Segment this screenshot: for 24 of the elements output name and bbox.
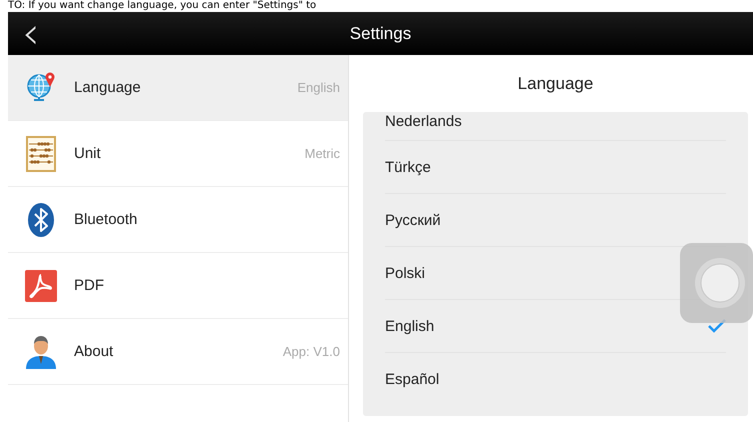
- abacus-icon: [26, 136, 56, 172]
- settings-item-label: Language: [74, 79, 142, 96]
- back-button[interactable]: ‹: [16, 14, 46, 54]
- settings-item-label: Bluetooth: [74, 211, 138, 228]
- caption-text: TO: If you want change language, you can enter "Settings" to: [7, 0, 318, 12]
- bluetooth-icon: [27, 202, 55, 238]
- header-title: Settings: [350, 24, 412, 44]
- panel-title: Language: [518, 74, 594, 94]
- language-option[interactable]: Nederlands: [385, 113, 462, 130]
- settings-item[interactable]: Language English: [8, 55, 348, 121]
- language-option[interactable]: Español: [385, 370, 440, 388]
- settings-item-label: About: [74, 343, 114, 360]
- settings-item-label: Unit: [74, 145, 102, 162]
- settings-item-value: App: V1.0: [282, 344, 340, 359]
- language-option[interactable]: Русский: [385, 212, 441, 228]
- person-icon: [25, 334, 57, 368]
- settings-item-label: PDF: [74, 277, 105, 294]
- language-option[interactable]: Polski: [385, 264, 426, 282]
- floating-touch-button[interactable]: [680, 243, 753, 323]
- settings-item-value: English: [297, 80, 340, 95]
- language-option[interactable]: Türkçe: [385, 158, 431, 176]
- language-option[interactable]: English: [385, 318, 434, 334]
- settings-item-value: Metric: [304, 146, 340, 161]
- pdf-icon: [25, 270, 57, 302]
